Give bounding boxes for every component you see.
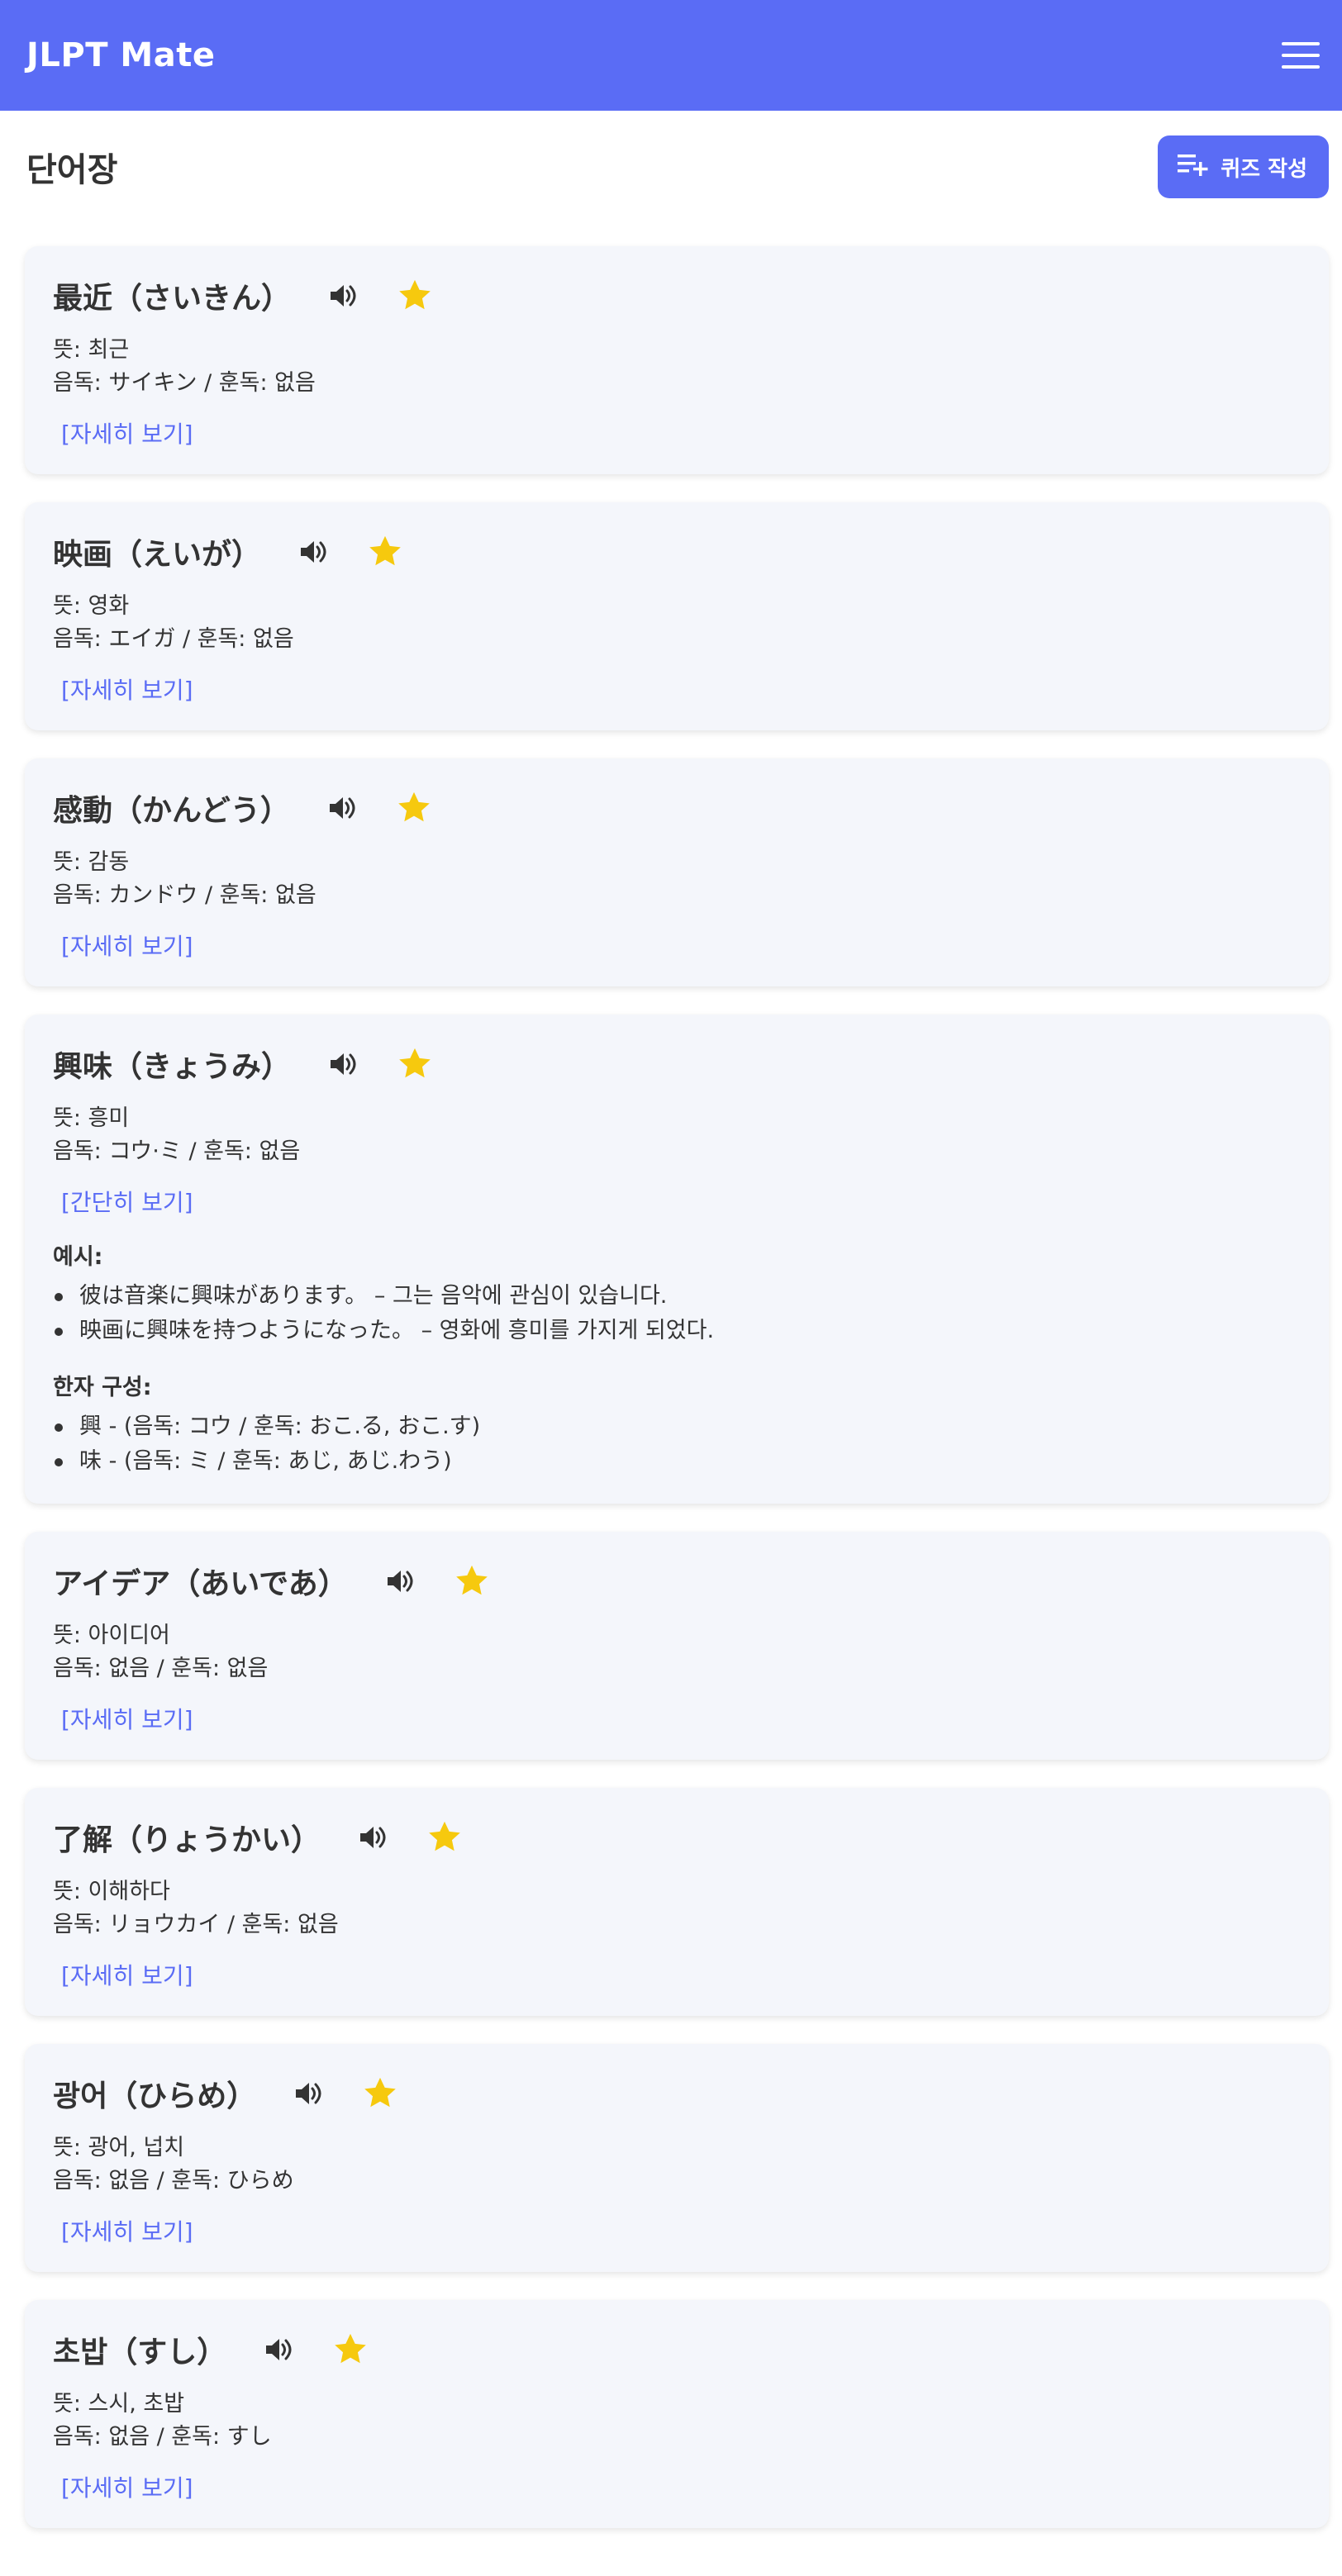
word-header: アイデア（あいであ） bbox=[53, 1558, 1301, 1604]
word-reading: 음독: カンドウ / 훈독: 없음 bbox=[53, 882, 316, 908]
word-text: 映画（えいが） bbox=[53, 538, 262, 572]
word-reading: 음독: リョウカイ / 훈독: 없음 bbox=[53, 1912, 339, 1937]
star-icon[interactable] bbox=[454, 1563, 490, 1599]
kanji-component-item: 興 - (음독: コウ / 훈독: おこ.る, おこ.す) bbox=[53, 1409, 1301, 1444]
word-meaning: 뜻: 아이디어 bbox=[53, 1623, 170, 1648]
word-header: 感動（かんどう） bbox=[53, 785, 1301, 831]
top-app-bar: JLPT Mate bbox=[0, 0, 1342, 111]
example-item: 映画に興味を持つようになった。 – 영화에 흥미를 가지게 되었다. bbox=[53, 1314, 1301, 1348]
speaker-icon[interactable] bbox=[264, 2334, 296, 2365]
detail-toggle-link[interactable]: [자세히 보기] bbox=[61, 416, 193, 449]
star-icon[interactable] bbox=[397, 1046, 433, 1082]
word-card: 광어（ひらめ） 뜻: 광어, 넙치음독: 없음 / 훈독: ひらめ [자세히 보기] bbox=[25, 2044, 1329, 2272]
kanji-components-label: 한자 구성: bbox=[53, 1375, 152, 1400]
word-text: アイデア（あいであ） bbox=[53, 1567, 348, 1601]
word-header: 最近（さいきん） bbox=[53, 273, 1301, 319]
page-header: 단어장 퀴즈 작성 bbox=[0, 116, 1342, 218]
detail-toggle-link[interactable]: [자세히 보기] bbox=[61, 1702, 193, 1735]
star-icon[interactable] bbox=[397, 278, 433, 314]
detail-toggle-link[interactable]: [자세히 보기] bbox=[61, 2214, 193, 2247]
word-meaning: 뜻: 광어, 넙치 bbox=[53, 2135, 185, 2160]
create-quiz-label: 퀴즈 작성 bbox=[1221, 156, 1307, 182]
word-card: 了解（りょうかい） 뜻: 이해하다음독: リョウカイ / 훈독: 없음 [자세히 보… bbox=[25, 1788, 1329, 2016]
app-title: JLPT Mate bbox=[26, 36, 216, 74]
star-icon[interactable] bbox=[332, 2331, 369, 2368]
playlist-add-icon bbox=[1178, 152, 1209, 183]
word-text: 感動（かんどう） bbox=[53, 794, 290, 828]
word-header: 興味（きょうみ） bbox=[53, 1041, 1301, 1087]
word-card: アイデア（あいであ） 뜻: 아이디어음독: 없음 / 훈독: 없음 [자세히 보기] bbox=[25, 1532, 1329, 1760]
create-quiz-button[interactable]: 퀴즈 작성 bbox=[1158, 135, 1329, 198]
page-title: 단어장 bbox=[26, 151, 118, 189]
word-card: 最近（さいきん） 뜻: 최근음독: サイキン / 훈독: 없음 [자세히 보기] bbox=[25, 246, 1329, 474]
word-reading: 음독: コウ·ミ / 훈독: 없음 bbox=[53, 1138, 301, 1164]
word-meaning: 뜻: 영화 bbox=[53, 593, 130, 619]
word-text: 了解（りょうかい） bbox=[53, 1823, 321, 1857]
example-item: 彼は音楽に興味があります。 – 그는 음악에 관심이 있습니다. bbox=[53, 1279, 1301, 1314]
word-header: 초밥（すし） bbox=[53, 2326, 1301, 2373]
word-reading: 음독: 없음 / 훈독: すし bbox=[53, 2424, 272, 2450]
star-icon[interactable] bbox=[396, 790, 432, 826]
speaker-icon[interactable] bbox=[299, 536, 331, 568]
word-reading: 음독: エイガ / 훈독: 없음 bbox=[53, 626, 294, 652]
word-header: 映画（えいが） bbox=[53, 529, 1301, 575]
vocabulary-list: 最近（さいきん） 뜻: 최근 음독: サイキン / 훈독: 없음 [자세히 보기] 映画… bbox=[0, 246, 1342, 2528]
word-card: 초밥（すし） 뜻: 스시, 초밥음독: 없음 / 훈독: すし [자세히 보기] bbox=[25, 2300, 1329, 2528]
speaker-icon[interactable] bbox=[294, 2078, 326, 2109]
word-text: 초밥（すし） bbox=[53, 2336, 227, 2369]
word-text: 광어（ひらめ） bbox=[53, 2079, 257, 2113]
word-header: 了解（りょうかい） bbox=[53, 1814, 1301, 1861]
word-text: 興味（きょうみ） bbox=[53, 1050, 292, 1084]
word-reading: 음독: 없음 / 훈독: ひらめ bbox=[53, 2168, 294, 2193]
kanji-components-list: 興 - (음독: コウ / 훈독: おこ.る, おこ.す) 味 - (음독: ミ … bbox=[53, 1409, 1301, 1479]
speaker-icon[interactable] bbox=[329, 280, 360, 311]
word-card: 感動（かんどう） 뜻: 감동음독: カンドウ / 훈독: 없음 [자세히 보기] bbox=[25, 758, 1329, 986]
speaker-icon[interactable] bbox=[359, 1822, 390, 1853]
word-meaning: 뜻: 이해하다 bbox=[53, 1879, 170, 1904]
hamburger-menu-icon[interactable] bbox=[1279, 34, 1322, 77]
word-reading: 음독: サイキン / 훈독: 없음 bbox=[53, 370, 316, 396]
detail-toggle-link[interactable]: [자세히 보기] bbox=[61, 2470, 193, 2503]
speaker-icon[interactable] bbox=[386, 1566, 417, 1597]
detail-toggle-link[interactable]: [자세히 보기] bbox=[61, 673, 193, 706]
word-reading: 음독: 없음 / 훈독: 없음 bbox=[53, 1656, 269, 1681]
examples-label: 예시: bbox=[53, 1244, 103, 1270]
word-card: 興味（きょうみ） 뜻: 흥미음독: コウ·ミ / 훈독: 없음 [간단히 보기] 예시… bbox=[25, 1015, 1329, 1504]
word-meaning: 뜻: 감동 bbox=[53, 849, 130, 875]
star-icon[interactable] bbox=[362, 2075, 398, 2112]
word-meaning: 뜻: 최근 bbox=[53, 337, 130, 363]
word-text: 最近（さいきん） bbox=[53, 282, 292, 316]
word-meaning: 뜻: 스시, 초밥 bbox=[53, 2391, 185, 2417]
star-icon[interactable] bbox=[367, 534, 403, 570]
word-header: 광어（ひらめ） bbox=[53, 2070, 1301, 2117]
star-icon[interactable] bbox=[426, 1819, 463, 1856]
detail-toggle-link[interactable]: [간단히 보기] bbox=[61, 1185, 193, 1218]
speaker-icon[interactable] bbox=[328, 792, 359, 824]
kanji-component-item: 味 - (음독: ミ / 훈독: あじ, あじ.わう) bbox=[53, 1444, 1301, 1479]
detail-toggle-link[interactable]: [자세히 보기] bbox=[61, 1958, 193, 1991]
examples-list: 彼は音楽に興味があります。 – 그는 음악에 관심이 있습니다. 映画に興味を持つ… bbox=[53, 1279, 1301, 1348]
speaker-icon[interactable] bbox=[329, 1048, 360, 1080]
word-meaning: 뜻: 흥미 bbox=[53, 1105, 130, 1131]
word-card: 映画（えいが） 뜻: 영화음독: エイガ / 훈독: 없음 [자세히 보기] bbox=[25, 502, 1329, 730]
detail-toggle-link[interactable]: [자세히 보기] bbox=[61, 929, 193, 962]
